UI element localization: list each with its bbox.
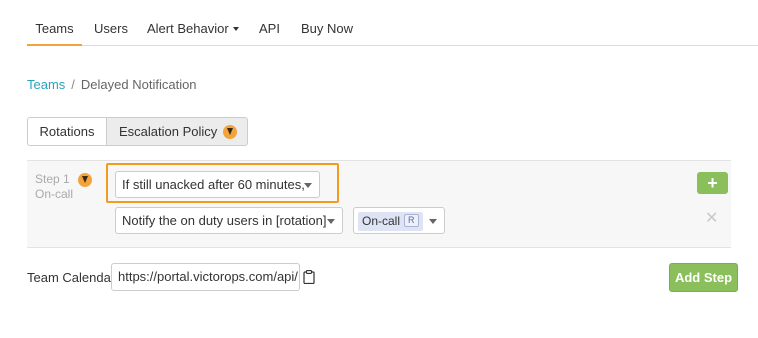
add-condition-button[interactable]: + <box>697 172 728 194</box>
condition-select[interactable]: If still unacked after 60 minutes, <box>115 171 320 198</box>
team-calendar-url-field[interactable]: https://portal.victorops.com/api/ <box>111 263 300 291</box>
add-step-button[interactable]: Add Step <box>669 263 738 292</box>
tab-rotations[interactable]: Rotations <box>27 117 107 146</box>
breadcrumb: Teams / Delayed Notification <box>27 77 197 92</box>
rotation-tag: On-call R <box>358 212 423 231</box>
nav-tab-buy-now[interactable]: Buy Now <box>301 12 353 46</box>
breadcrumb-current: Delayed Notification <box>80 77 197 92</box>
team-calendar-label: Team Calendar <box>27 270 116 285</box>
step-subtitle: On-call <box>35 187 74 201</box>
warning-icon <box>223 124 238 139</box>
rotation-tag-label: On-call <box>362 214 401 228</box>
condition-select-value: If still unacked after 60 minutes, <box>122 177 305 192</box>
rotation-select[interactable]: On-call R <box>353 207 445 234</box>
chevron-down-icon <box>304 183 312 188</box>
breadcrumb-link-teams[interactable]: Teams <box>27 77 65 92</box>
notify-select-value: Notify the on duty users in [rotation] <box>122 213 327 228</box>
warning-icon <box>78 173 92 187</box>
escalation-step: Step 1 On-call If still unacked after 60… <box>27 160 731 248</box>
chevron-down-icon <box>429 219 437 224</box>
plus-icon: + <box>707 173 718 193</box>
breadcrumb-separator: / <box>71 77 75 92</box>
nav-tab-teams-label: Teams <box>35 21 74 36</box>
nav-tab-alert-behavior-label: Alert Behavior <box>147 21 229 36</box>
tab-rotations-label: Rotations <box>39 124 95 139</box>
nav-tab-buy-now-label: Buy Now <box>301 21 354 36</box>
rotation-type-badge: R <box>404 214 419 228</box>
team-calendar-url-value: https://portal.victorops.com/api/ <box>118 269 298 284</box>
nav-tab-users[interactable]: Users <box>94 12 128 46</box>
tab-escalation-policy-label: Escalation Policy <box>119 124 218 139</box>
nav-tab-teams[interactable]: Teams <box>27 12 82 46</box>
chevron-down-icon <box>232 26 239 31</box>
close-icon[interactable]: ✕ <box>705 210 718 228</box>
step-label: Step 1 On-call <box>35 172 73 202</box>
nav-tab-alert-behavior[interactable]: Alert Behavior <box>147 12 239 46</box>
nav-tab-api[interactable]: API <box>259 12 280 46</box>
tab-escalation-policy[interactable]: Escalation Policy <box>107 117 248 146</box>
chevron-down-icon <box>327 219 335 224</box>
nav-tab-api-label: API <box>259 21 280 36</box>
policy-subtabs: Rotations Escalation Policy <box>27 117 248 146</box>
step-title: Step 1 <box>35 172 70 186</box>
clipboard-icon[interactable] <box>303 270 315 284</box>
top-nav: Teams Users Alert Behavior API Buy Now <box>27 12 758 46</box>
notify-select[interactable]: Notify the on duty users in [rotation] <box>115 207 343 234</box>
nav-tab-users-label: Users <box>94 21 128 36</box>
add-step-label: Add Step <box>674 270 733 285</box>
